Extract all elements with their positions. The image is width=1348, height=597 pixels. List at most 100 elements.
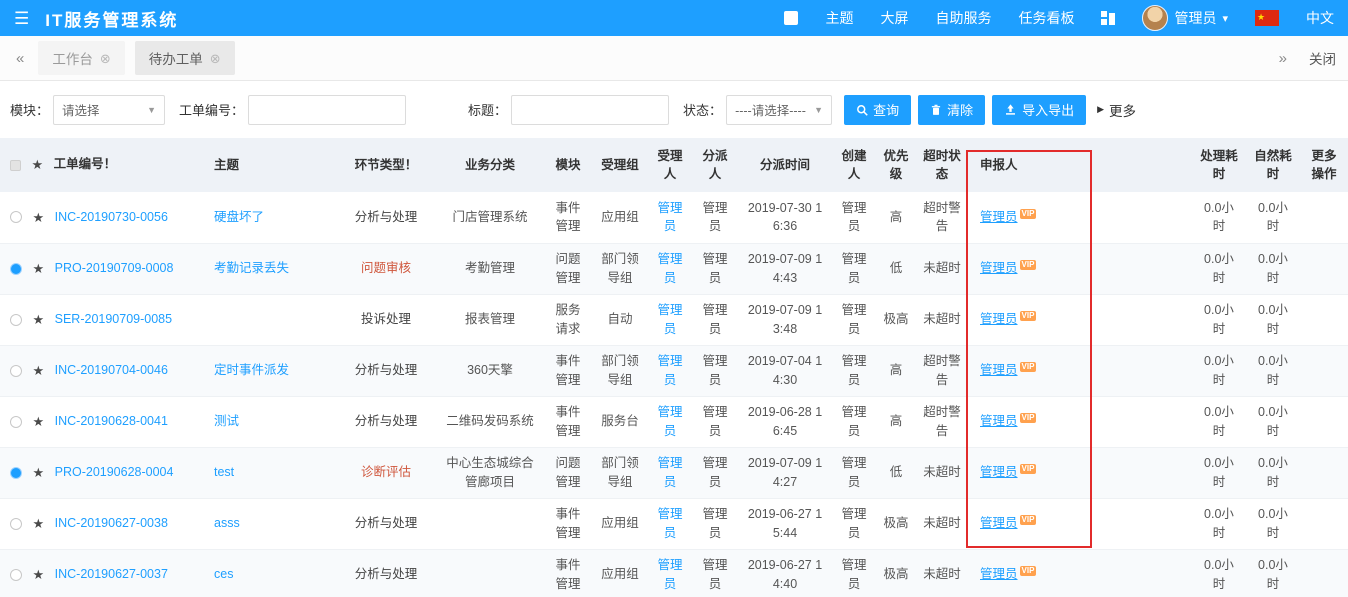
- table-row: ★ SER-20190709-0085 投诉处理 报表管理 服务请求 自动 管理…: [0, 294, 1348, 345]
- tab-close-icon[interactable]: ⊗: [210, 52, 221, 65]
- declarant-link[interactable]: 管理员: [980, 210, 1018, 224]
- declarant-link[interactable]: 管理员: [980, 516, 1018, 530]
- title-input[interactable]: [511, 95, 669, 125]
- tab-workbench[interactable]: 工作台 ⊗: [38, 41, 124, 75]
- order-no-link[interactable]: INC-20190627-0037: [55, 567, 168, 581]
- acceptor-link[interactable]: 管理员: [657, 201, 682, 234]
- header-more-ops[interactable]: 更多操作: [1300, 138, 1348, 192]
- header-timeout-status[interactable]: 超时状态: [916, 138, 968, 192]
- subject-link[interactable]: 定时事件派发: [214, 363, 289, 377]
- header-biz-category[interactable]: 业务分类: [436, 138, 544, 192]
- header-process-hours[interactable]: 处理耗时: [1192, 138, 1246, 192]
- declarant-link[interactable]: 管理员: [980, 312, 1018, 326]
- row-radio[interactable]: [10, 416, 22, 428]
- header-natural-hours[interactable]: 自然耗时: [1246, 138, 1300, 192]
- row-radio[interactable]: [10, 569, 22, 581]
- row-radio[interactable]: [10, 467, 22, 479]
- step-type: 分析与处理: [355, 516, 418, 530]
- star-icon[interactable]: ★: [32, 567, 44, 582]
- more-ops-cell: [1300, 192, 1348, 243]
- header-order-no[interactable]: ★ 工单编号！: [0, 138, 208, 192]
- order-no-input[interactable]: [248, 95, 406, 125]
- import-export-button-label: 导入导出: [1022, 100, 1074, 119]
- star-icon[interactable]: ★: [32, 363, 44, 378]
- header-acceptor[interactable]: 受理人: [648, 138, 692, 192]
- nav-bigscreen[interactable]: 大屏: [880, 8, 908, 28]
- search-button[interactable]: 查询: [844, 95, 911, 125]
- acceptor-link[interactable]: 管理员: [657, 558, 682, 591]
- order-no-link[interactable]: SER-20190709-0085: [55, 312, 172, 326]
- order-no-link[interactable]: PRO-20190709-0008: [55, 261, 174, 275]
- header-declarant[interactable]: 申报人: [968, 138, 1090, 192]
- apps-grid-icon[interactable]: [1101, 11, 1115, 25]
- acceptor-link[interactable]: 管理员: [657, 252, 682, 285]
- subject-link[interactable]: asss: [214, 516, 240, 530]
- subject-link[interactable]: 考勤记录丢失: [214, 261, 289, 275]
- chevron-down-icon: ▾: [1222, 12, 1228, 25]
- acceptor-link[interactable]: 管理员: [657, 456, 682, 489]
- header-module[interactable]: 模块: [544, 138, 592, 192]
- nav-taskboard[interactable]: 任务看板: [1018, 8, 1074, 28]
- star-icon[interactable]: ★: [32, 516, 44, 531]
- declarant-link[interactable]: 管理员: [980, 414, 1018, 428]
- close-tabs-button[interactable]: 关闭: [1309, 48, 1336, 68]
- nav-theme[interactable]: 主题: [825, 8, 853, 28]
- declarant-link[interactable]: 管理员: [980, 261, 1018, 275]
- order-no-link[interactable]: INC-20190628-0041: [55, 414, 168, 428]
- star-icon[interactable]: ★: [32, 261, 44, 276]
- hamburger-menu-icon[interactable]: ☰: [14, 10, 29, 27]
- import-export-button[interactable]: 导入导出: [992, 95, 1086, 125]
- tab-pending-orders[interactable]: 待办工单 ⊗: [135, 41, 235, 75]
- header-creator[interactable]: 创建人: [832, 138, 876, 192]
- table-row: ★ INC-20190627-0038 asss 分析与处理 事件管理 应用组 …: [0, 498, 1348, 549]
- star-icon[interactable]: ★: [32, 414, 44, 429]
- tabs-scroll-left-icon[interactable]: «: [12, 50, 28, 67]
- header-dispatch-time[interactable]: 分派时间: [738, 138, 832, 192]
- tab-close-icon[interactable]: ⊗: [100, 52, 111, 65]
- row-radio[interactable]: [10, 263, 22, 275]
- subject-link[interactable]: ces: [214, 567, 233, 581]
- more-filters-toggle[interactable]: ▶ 更多: [1097, 100, 1136, 120]
- header-group[interactable]: 受理组: [592, 138, 648, 192]
- header-step-type[interactable]: 环节类型！: [336, 138, 436, 192]
- row-radio[interactable]: [10, 314, 22, 326]
- acceptor-link[interactable]: 管理员: [657, 507, 682, 540]
- row-radio[interactable]: [10, 211, 22, 223]
- trash-icon: [930, 104, 942, 116]
- star-icon[interactable]: ★: [32, 312, 44, 327]
- user-menu[interactable]: 管理员 ▾: [1142, 5, 1228, 31]
- flag-icon[interactable]: ★: [1255, 10, 1279, 26]
- declarant-link[interactable]: 管理员: [980, 567, 1018, 581]
- acceptor-link[interactable]: 管理员: [657, 303, 682, 336]
- row-radio[interactable]: [10, 365, 22, 377]
- star-icon[interactable]: ★: [32, 210, 44, 225]
- header-dispatcher[interactable]: 分派人: [692, 138, 738, 192]
- square-icon[interactable]: [784, 11, 798, 25]
- group-cell: 应用组: [592, 192, 648, 243]
- header-subject[interactable]: 主题: [208, 138, 336, 192]
- nav-selfservice[interactable]: 自助服务: [935, 8, 991, 28]
- clear-button[interactable]: 清除: [918, 95, 985, 125]
- tabs-scroll-right-icon[interactable]: »: [1275, 50, 1291, 67]
- group-cell: 部门领导组: [592, 447, 648, 498]
- header-priority[interactable]: 优先级: [876, 138, 916, 192]
- subject-link[interactable]: 硬盘坏了: [214, 210, 264, 224]
- acceptor-link[interactable]: 管理员: [657, 405, 682, 438]
- language-switch[interactable]: 中文: [1306, 8, 1334, 28]
- subject-link[interactable]: test: [214, 465, 234, 479]
- user-name: 管理员: [1174, 8, 1216, 28]
- order-no-link[interactable]: INC-20190730-0056: [55, 210, 168, 224]
- select-all-checkbox[interactable]: [10, 160, 21, 171]
- declarant-link[interactable]: 管理员: [980, 363, 1018, 377]
- star-icon[interactable]: ★: [32, 465, 44, 480]
- status-select[interactable]: ----请选择---- ▼: [726, 95, 832, 125]
- order-no-link[interactable]: INC-20190704-0046: [55, 363, 168, 377]
- subject-link[interactable]: 测试: [214, 414, 239, 428]
- order-no-link[interactable]: PRO-20190628-0004: [55, 465, 174, 479]
- acceptor-link[interactable]: 管理员: [657, 354, 682, 387]
- table-row: ★ INC-20190704-0046 定时事件派发 分析与处理 360天擎 事…: [0, 345, 1348, 396]
- row-radio[interactable]: [10, 518, 22, 530]
- declarant-link[interactable]: 管理员: [980, 465, 1018, 479]
- order-no-link[interactable]: INC-20190627-0038: [55, 516, 168, 530]
- module-select[interactable]: 请选择 ▼: [53, 95, 165, 125]
